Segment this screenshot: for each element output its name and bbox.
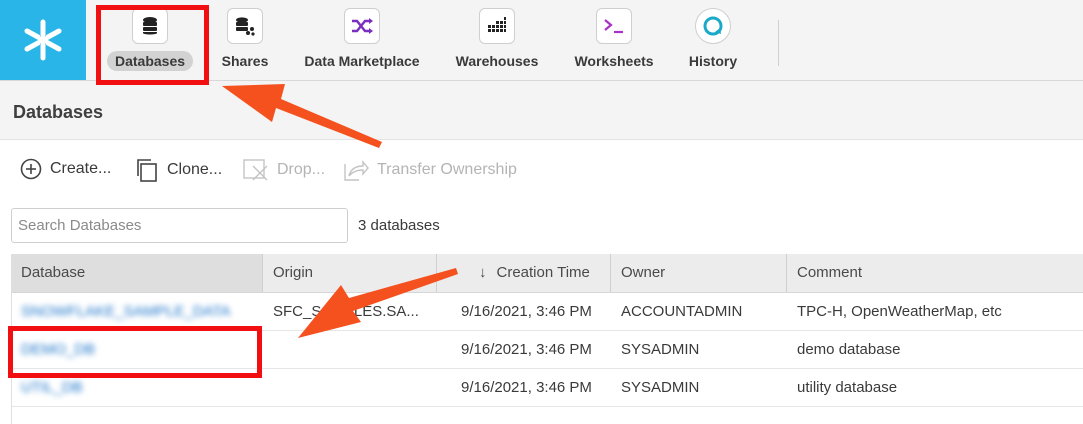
column-header-comment[interactable]: Comment [787,254,1083,292]
shuffle-icon [344,8,380,44]
clone-label: Clone... [167,161,223,178]
nav-divider [778,20,779,66]
nav-label: Data Marketplace [304,53,420,69]
column-label: Comment [797,264,863,281]
creation-time-cell: 9/16/2021, 3:46 PM [461,303,592,320]
page-header: Databases [0,81,1083,140]
toolbar: Create... Clone... Drop... Transfer Owne… [0,150,1083,190]
database-name-link[interactable]: SNOWFLAKE_SAMPLE_DATA [11,293,263,330]
terminal-icon [596,8,632,44]
clone-button[interactable]: Clone... [135,158,222,182]
column-header-owner[interactable]: Owner [611,254,787,292]
nav-shares[interactable]: Shares [216,0,274,80]
table-header: Database Origin ↓ Creation Time Owner Com… [11,254,1083,293]
drop-x-icon [243,159,268,181]
drop-label: Drop... [277,161,326,178]
table-row[interactable]: UTIL_DB 9/16/2021, 3:46 PM SYSADMIN util… [11,369,1083,407]
column-header-origin[interactable]: Origin [263,254,437,292]
nav-data-marketplace[interactable]: Data Marketplace [296,0,428,80]
origin-cell [263,369,437,406]
warehouse-grid-icon [479,8,515,44]
creation-time-cell: 9/16/2021, 3:46 PM [461,341,592,358]
database-name-link[interactable]: UTIL_DB [11,369,263,406]
column-header-database[interactable]: Database [11,254,263,292]
nav-label: Databases [106,51,194,71]
share-database-icon [227,8,263,44]
create-button[interactable]: Create... [20,158,111,180]
transfer-label: Transfer Ownership [377,161,517,178]
plus-circle-icon [20,158,42,180]
column-label: Database [21,264,86,281]
sort-desc-icon: ↓ [479,264,487,281]
owner-cell: ACCOUNTADMIN [621,303,743,320]
page-title: Databases [13,102,104,122]
comment-cell: utility database [797,379,898,396]
comment-cell: TPC-H, OpenWeatherMap, etc [797,303,1002,320]
column-label: Creation Time [496,264,590,281]
database-count: 3 databases [358,217,440,234]
snowflake-icon [24,19,62,61]
nav-label: Shares [221,53,269,69]
nav-warehouses[interactable]: Warehouses [449,0,545,80]
nav-databases[interactable]: Databases [106,0,194,80]
nav-label: Worksheets [574,53,654,69]
table-left-border [11,292,12,424]
databases-table: Database Origin ↓ Creation Time Owner Com… [11,254,1083,407]
column-label: Origin [273,264,314,281]
create-label: Create... [50,160,112,177]
owner-cell: SYSADMIN [621,379,700,396]
database-icon [132,8,168,44]
origin-cell [263,331,437,368]
drop-button[interactable]: Drop... [243,158,325,182]
column-header-creation-time[interactable]: ↓ Creation Time [437,254,611,292]
database-name-link[interactable]: DEMO_DB [11,331,263,368]
table-row[interactable]: SNOWFLAKE_SAMPLE_DATA SFC_SAMPLES.SA... … [11,293,1083,331]
table-row[interactable]: DEMO_DB 9/16/2021, 3:46 PM SYSADMIN demo… [11,331,1083,369]
nav-history[interactable]: History [680,0,746,80]
transfer-ownership-button[interactable]: Transfer Ownership [343,158,517,182]
creation-time-cell: 9/16/2021, 3:46 PM [461,379,592,396]
nav-label: History [688,53,738,69]
search-input[interactable] [11,208,348,243]
transfer-icon [344,160,369,181]
origin-cell: SFC_SAMPLES.SA... [273,303,419,320]
comment-cell: demo database [797,341,901,358]
column-label: Owner [621,264,666,281]
history-icon [695,8,731,44]
owner-cell: SYSADMIN [621,341,700,358]
nav-label: Warehouses [455,53,539,69]
snowflake-logo[interactable] [0,0,86,80]
top-nav-bar: Databases Shares Data Marketplace Wareho… [0,0,1083,81]
nav-worksheets[interactable]: Worksheets [568,0,660,80]
clone-icon [137,159,157,182]
